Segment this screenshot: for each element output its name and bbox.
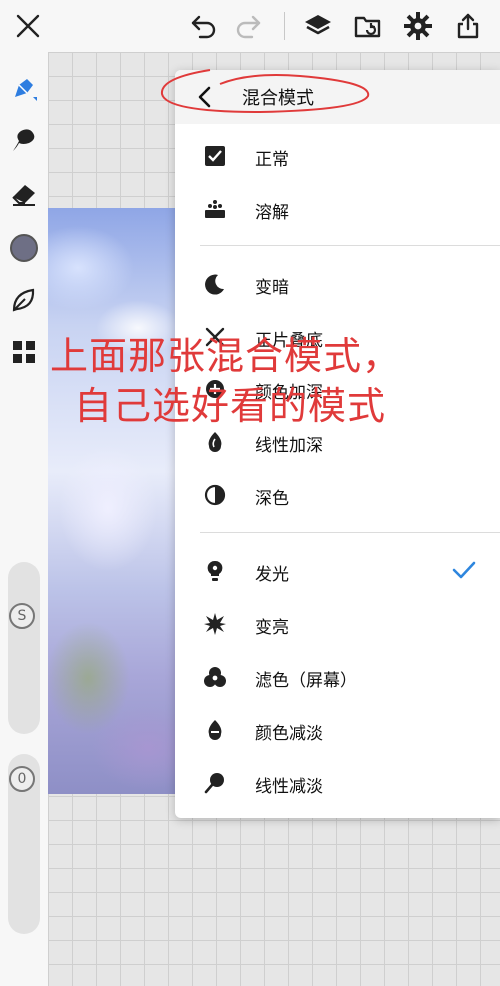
menu-divider — [200, 532, 500, 533]
layers-icon[interactable] — [300, 8, 336, 44]
settings-icon[interactable] — [400, 8, 436, 44]
screen-icon — [203, 665, 227, 689]
blend-option-label: 线性减淡 — [255, 777, 323, 797]
blend-option-color-dodge[interactable]: 颜色减淡 — [175, 704, 500, 756]
blend-option-label: 深色 — [255, 489, 289, 509]
menu-divider — [200, 245, 500, 246]
blend-option-glow[interactable]: 发光 — [175, 545, 500, 597]
color-swatch[interactable] — [6, 230, 42, 266]
drop-icon — [203, 718, 227, 742]
blend-option-label: 正常 — [255, 150, 289, 170]
top-toolbar — [0, 0, 500, 52]
brush-size-slider[interactable] — [8, 562, 40, 734]
undo-icon[interactable] — [186, 8, 222, 44]
linear-burn-icon — [203, 430, 227, 454]
dissolve-icon — [203, 197, 227, 221]
toolbar-separator — [284, 12, 285, 40]
grid-icon[interactable] — [6, 334, 42, 370]
blend-option-label: 溶解 — [255, 203, 289, 223]
blend-option-dissolve[interactable]: 溶解 — [175, 183, 500, 235]
tool-sidebar: S 0 — [0, 52, 48, 986]
blend-option-screen[interactable]: 滤色（屏幕） — [175, 651, 500, 703]
annotation-line-1: 上面那张混合模式， — [50, 334, 402, 378]
blend-option-label: 发光 — [255, 565, 289, 585]
half-circle-icon — [203, 483, 227, 507]
blend-option-lighten[interactable]: 变亮 — [175, 598, 500, 650]
moon-icon — [203, 272, 227, 296]
leaf-icon[interactable] — [6, 282, 42, 318]
blend-option-label: 滤色（屏幕） — [255, 671, 357, 691]
file-import-icon[interactable] — [350, 8, 386, 44]
opacity-label: 0 — [17, 771, 27, 787]
blend-mode-menu: 混合模式 正常 溶解 变暗 正片叠底 颜色加深 线性加深 深色 发光 变亮 滤色… — [175, 70, 500, 818]
pin-icon — [203, 771, 227, 795]
blend-option-normal[interactable]: 正常 — [175, 130, 500, 182]
share-icon[interactable] — [450, 8, 486, 44]
smudge-icon[interactable] — [6, 122, 42, 158]
selected-check-icon — [451, 559, 477, 585]
annotation-line-2: 自己选好看的模式 — [74, 384, 387, 428]
pen-icon[interactable] — [6, 70, 42, 106]
blend-option-label: 变暗 — [255, 278, 289, 298]
blend-option-linear-dodge[interactable]: 线性减淡 — [175, 757, 500, 809]
brush-size-label: S — [17, 608, 27, 624]
bulb-icon — [203, 559, 227, 583]
opacity-knob[interactable]: 0 — [9, 766, 35, 792]
blend-option-label: 颜色减淡 — [255, 724, 323, 744]
blend-option-label: 变亮 — [255, 618, 289, 638]
eraser-icon[interactable] — [6, 176, 42, 212]
blend-option-label: 线性加深 — [255, 436, 323, 456]
sparkle-icon — [203, 612, 227, 636]
blend-option-darker-color[interactable]: 深色 — [175, 469, 500, 521]
artwork-image — [48, 208, 178, 794]
blend-option-darken[interactable]: 变暗 — [175, 258, 500, 310]
close-icon[interactable] — [10, 8, 46, 44]
red-circle-annotation — [160, 69, 370, 114]
brush-size-knob[interactable]: S — [9, 603, 35, 629]
checkbox-icon — [203, 144, 227, 168]
redo-icon[interactable] — [230, 8, 266, 44]
